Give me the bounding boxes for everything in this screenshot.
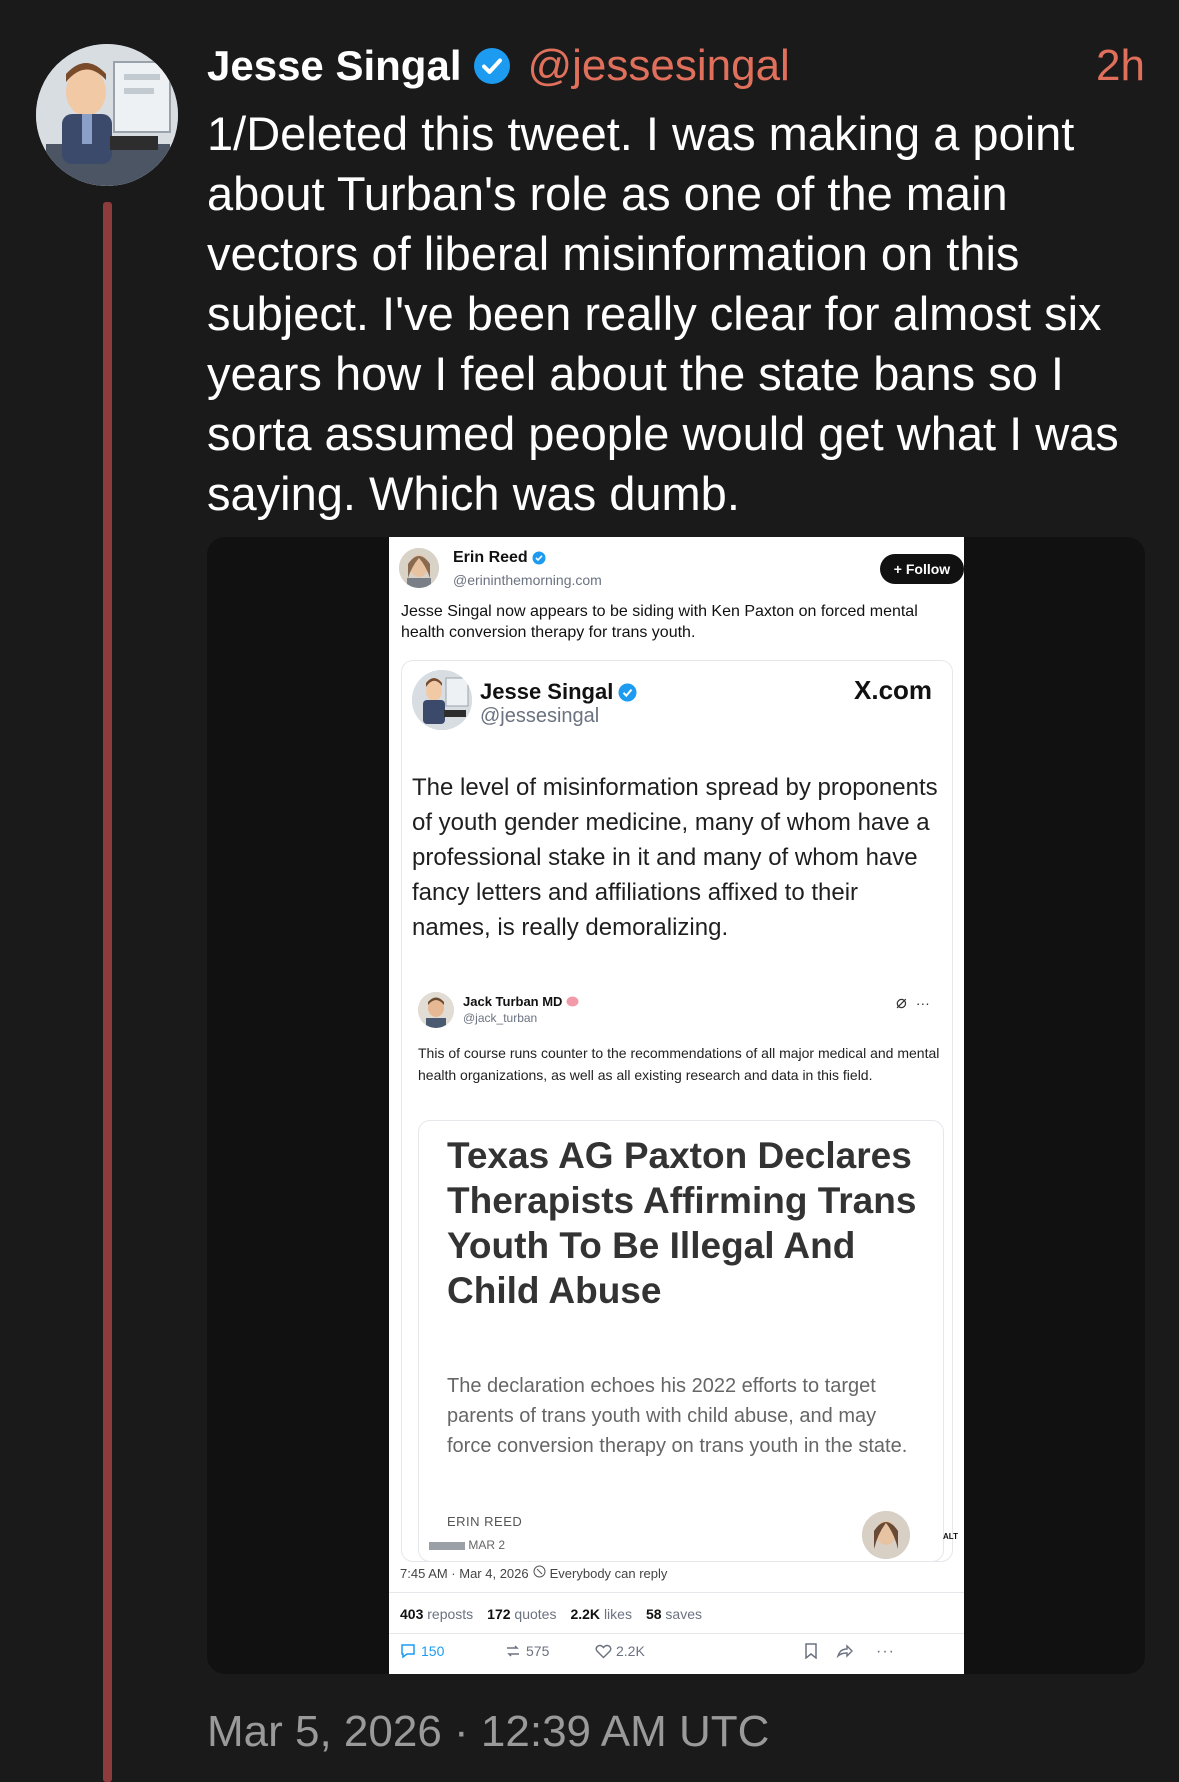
thread-line bbox=[103, 202, 112, 1782]
erin-reed-text: Jesse Singal now appears to be siding wi… bbox=[401, 603, 918, 641]
grok-icon: ⌀ bbox=[896, 992, 907, 1012]
verified-badge-icon bbox=[473, 47, 511, 85]
divider bbox=[389, 1592, 964, 1593]
follow-button: + Follow bbox=[880, 554, 964, 584]
heart-icon bbox=[595, 1644, 612, 1658]
bookmark-icon bbox=[804, 1643, 818, 1659]
jack-turban-text: This of course runs counter to the recom… bbox=[418, 1045, 940, 1083]
jesse-singal-quoted-text: The level of misinformation spread by pr… bbox=[412, 774, 938, 941]
article-description: The declaration echoes his 2022 efforts … bbox=[447, 1375, 908, 1457]
article-author-avatar bbox=[862, 1511, 910, 1559]
like-action: 2.2K bbox=[595, 1643, 645, 1659]
jack-turban-avatar bbox=[418, 992, 454, 1028]
repost-action: 575 bbox=[504, 1643, 549, 1659]
repost-icon bbox=[507, 1645, 519, 1657]
more-dots: ··· bbox=[915, 995, 930, 1011]
embedded-screenshot-image[interactable]: Erin Reed @erininthemorning.com + Follow… bbox=[389, 537, 964, 1674]
post-meta-line: 7:45 AM · Mar 4, 2026 Everybody can repl… bbox=[400, 1565, 668, 1581]
alt-badge: ALT bbox=[943, 1532, 958, 1541]
globe-icon bbox=[533, 1565, 546, 1581]
verified-badge-icon bbox=[532, 551, 546, 565]
divider bbox=[389, 1633, 964, 1634]
post-timestamp[interactable]: Mar 5, 2026 · 12:39 AM UTC bbox=[207, 1707, 769, 1757]
reply-icon bbox=[401, 1644, 415, 1659]
share-icon bbox=[836, 1643, 854, 1659]
article-card: Texas AG Paxton Declares Therapists Affi… bbox=[418, 1120, 944, 1562]
article-date: MAR 2 bbox=[429, 1538, 505, 1552]
action-bar: 150 575 2.2K ··· bbox=[399, 1643, 959, 1667]
jack-turban-handle: @jack_turban bbox=[463, 1011, 538, 1025]
more-options-icon: ··· bbox=[876, 1643, 895, 1660]
verified-badge-icon bbox=[618, 683, 637, 701]
author-handle[interactable]: @jessesingal bbox=[527, 41, 789, 91]
post-body-text: 1/Deleted this tweet. I was making a poi… bbox=[207, 107, 1119, 520]
engagement-stats: 403 reposts 172 quotes 2.2K likes 58 sav… bbox=[400, 1606, 702, 1622]
author-avatar[interactable] bbox=[36, 44, 178, 186]
erin-reed-avatar bbox=[399, 548, 439, 588]
post-header: Jesse Singal @jessesingal 2h bbox=[207, 36, 1145, 96]
more-options-icon: ⌀ ··· bbox=[896, 992, 930, 1013]
article-date-badge bbox=[429, 1541, 465, 1550]
article-title: Texas AG Paxton Declares Therapists Affi… bbox=[447, 1135, 917, 1311]
author-name[interactable]: Jesse Singal bbox=[207, 42, 461, 90]
brain-icon bbox=[566, 996, 579, 1007]
jesse-singal-quoted-name: Jesse Singal bbox=[480, 679, 637, 705]
reply-action: 150 bbox=[399, 1643, 444, 1659]
erin-reed-handle: @erininthemorning.com bbox=[453, 572, 602, 588]
erin-reed-name: Erin Reed bbox=[453, 549, 546, 567]
source-xcom-label: X.com bbox=[854, 675, 933, 705]
post-time-ago[interactable]: 2h bbox=[1096, 41, 1145, 91]
jack-turban-name: Jack Turban MD bbox=[463, 994, 579, 1009]
jesse-singal-avatar bbox=[412, 670, 472, 730]
jesse-singal-quoted-handle: @jessesingal bbox=[480, 705, 600, 727]
article-author: ERIN REED bbox=[447, 1514, 523, 1529]
